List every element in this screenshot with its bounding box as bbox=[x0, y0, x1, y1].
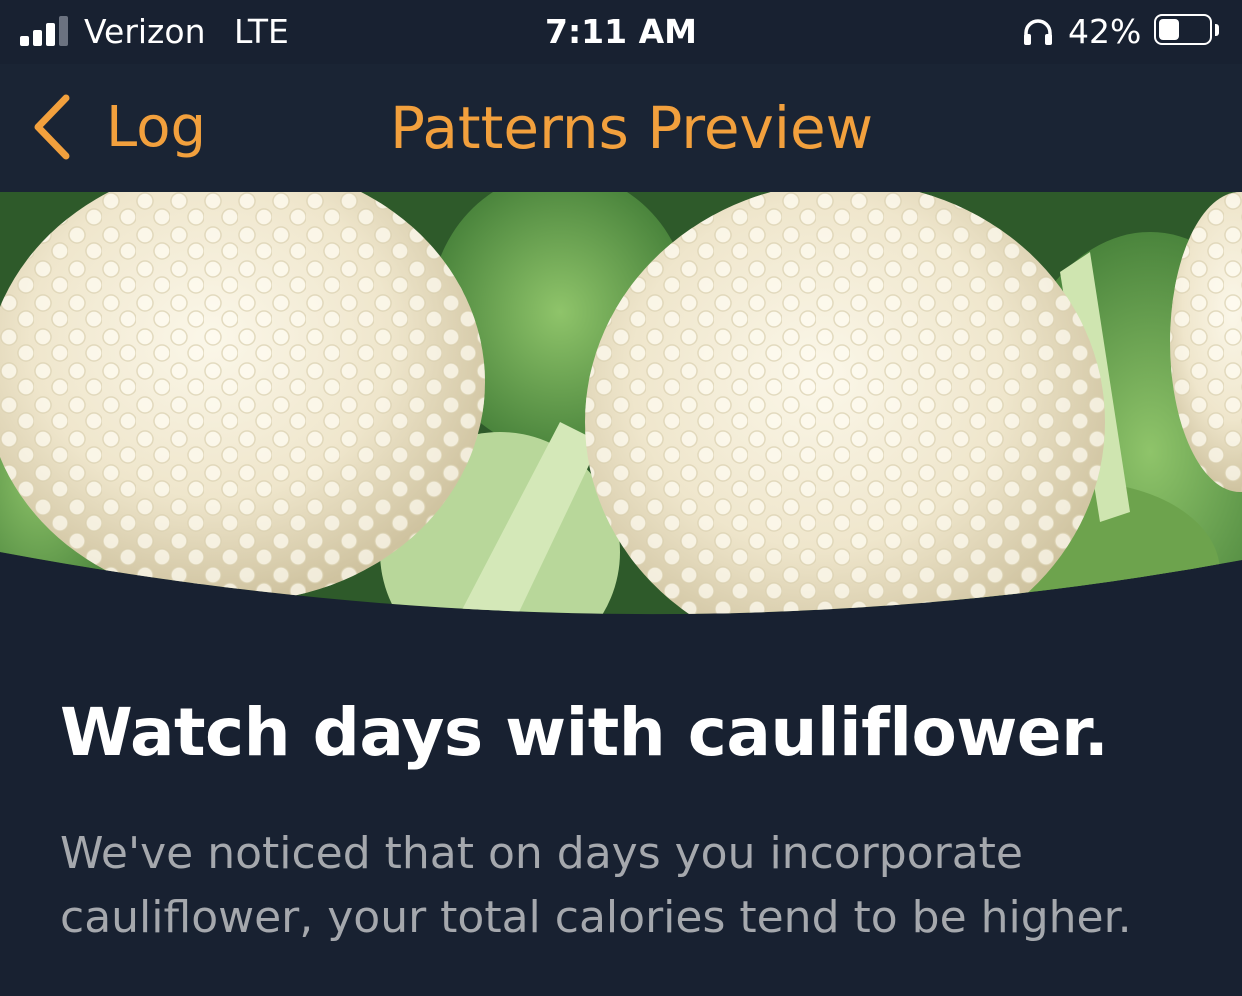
battery-fill bbox=[1159, 19, 1179, 40]
battery-percent: 42% bbox=[1068, 12, 1142, 51]
pattern-headline: Watch days with cauliflower. bbox=[60, 694, 1109, 771]
battery-tip bbox=[1215, 24, 1219, 36]
status-bar: Verizon LTE 7:11 AM 42% bbox=[0, 0, 1242, 64]
pattern-description: We've noticed that on days you incorpora… bbox=[60, 828, 1132, 943]
back-button[interactable]: Log bbox=[30, 88, 230, 166]
headphones-icon bbox=[1024, 19, 1052, 45]
back-label: Log bbox=[106, 94, 207, 160]
status-time: 7:11 AM bbox=[545, 12, 697, 51]
cauliflower-photo bbox=[0, 192, 1242, 615]
hero-image bbox=[0, 192, 1242, 652]
chevron-left-icon bbox=[34, 94, 70, 160]
screen: Verizon LTE 7:11 AM 42% Log Patterns Pre… bbox=[0, 0, 1242, 996]
battery-icon bbox=[1154, 14, 1212, 45]
nav-bar: Log Patterns Preview bbox=[0, 64, 1242, 192]
page-title: Patterns Preview bbox=[390, 94, 874, 162]
